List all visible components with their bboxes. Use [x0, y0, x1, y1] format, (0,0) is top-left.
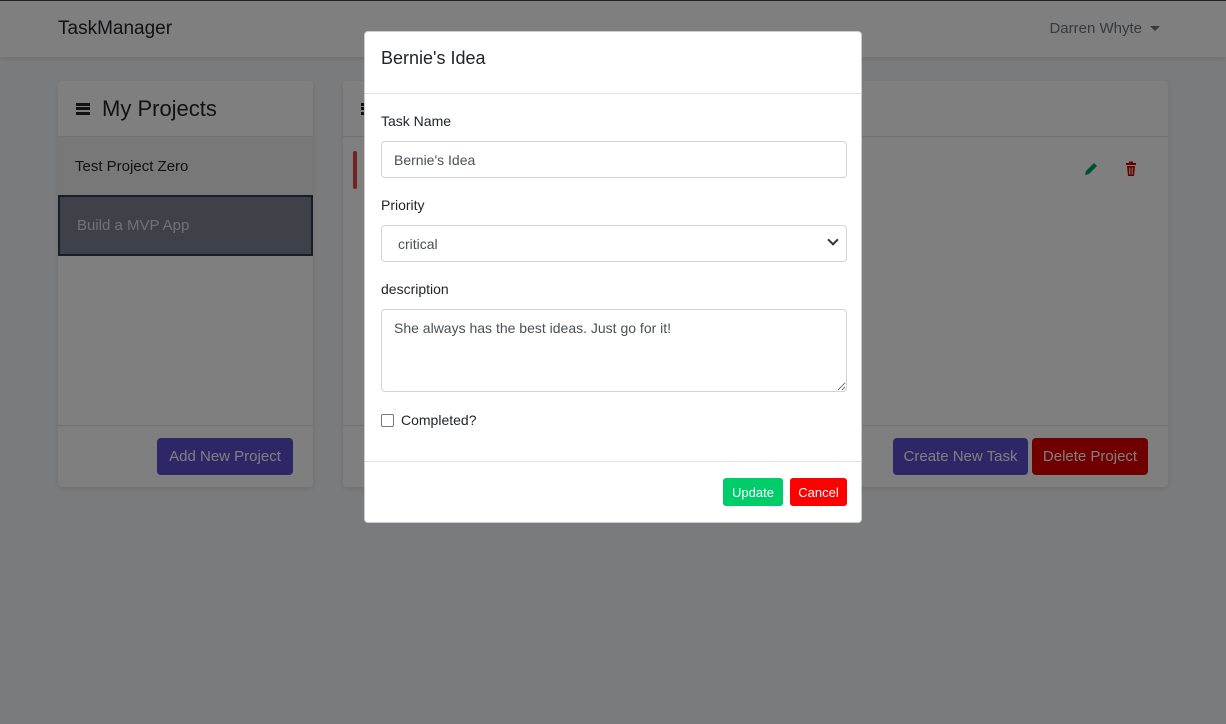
- modal-title: Bernie's Idea: [381, 48, 486, 68]
- description-label: description: [381, 281, 449, 297]
- modal-body: Task Name Priority critical description …: [365, 113, 861, 428]
- priority-label: Priority: [381, 197, 425, 213]
- task-name-input[interactable]: [381, 141, 847, 178]
- modal-footer: Update Cancel: [365, 461, 861, 522]
- description-textarea[interactable]: She always has the best ideas. Just go f…: [381, 309, 847, 392]
- update-button[interactable]: Update: [723, 478, 783, 506]
- priority-select[interactable]: critical: [381, 225, 847, 262]
- edit-task-modal: Bernie's Idea Task Name Priority critica…: [364, 31, 862, 523]
- task-name-label: Task Name: [381, 113, 452, 129]
- completed-checkbox[interactable]: [381, 413, 394, 427]
- completed-label: Completed?: [401, 412, 477, 428]
- modal-header: Bernie's Idea: [365, 32, 861, 94]
- priority-select-value[interactable]: critical: [381, 225, 847, 262]
- completed-row: Completed?: [381, 412, 845, 428]
- cancel-button[interactable]: Cancel: [790, 478, 847, 506]
